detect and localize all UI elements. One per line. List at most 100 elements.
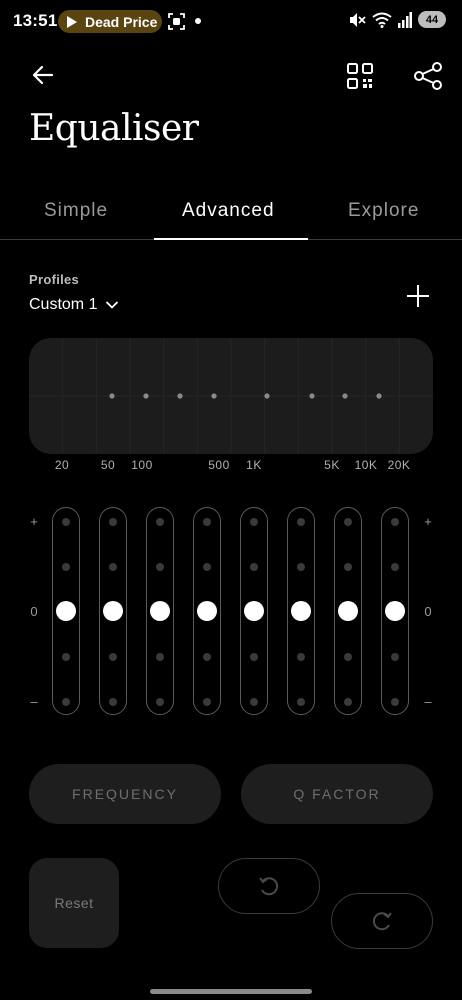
q-factor-button[interactable]: Q FACTOR bbox=[241, 764, 433, 824]
slider-tick bbox=[250, 518, 258, 526]
home-indicator bbox=[150, 989, 312, 994]
notification-dot bbox=[195, 18, 201, 24]
status-time: 13:51 bbox=[13, 11, 58, 30]
slider-knob[interactable] bbox=[150, 601, 170, 621]
slider-knob[interactable] bbox=[103, 601, 123, 621]
slider-tick bbox=[109, 698, 117, 706]
tab-advanced[interactable]: Advanced bbox=[182, 200, 275, 222]
eq-band-point[interactable] bbox=[211, 393, 217, 399]
slider-knob[interactable] bbox=[56, 601, 76, 621]
slider-knob[interactable] bbox=[338, 601, 358, 621]
freq-label-1k: 1K bbox=[246, 458, 262, 472]
freq-label-500: 500 bbox=[208, 458, 230, 472]
reset-button[interactable]: Reset bbox=[29, 858, 119, 948]
frequency-axis: 20 50 100 500 1K 5K 10K 20K bbox=[0, 458, 462, 474]
slider-tick bbox=[391, 518, 399, 526]
slider-tick bbox=[156, 653, 164, 661]
notification-pill-label: Dead Price bbox=[85, 13, 158, 30]
freq-label-10k: 10K bbox=[354, 458, 378, 472]
slider-tick bbox=[344, 698, 352, 706]
slider-knob[interactable] bbox=[291, 601, 311, 621]
eq-curve-svg bbox=[29, 338, 433, 454]
gain-plus-label-right: + bbox=[424, 514, 432, 529]
qr-code-icon[interactable] bbox=[346, 62, 374, 90]
slider-tick bbox=[344, 518, 352, 526]
freq-label-100: 100 bbox=[131, 458, 153, 472]
tab-explore[interactable]: Explore bbox=[348, 200, 419, 222]
slider-tick bbox=[203, 563, 211, 571]
slider-tick bbox=[250, 653, 258, 661]
back-arrow-icon[interactable] bbox=[28, 60, 58, 90]
gain-zero-label-left: 0 bbox=[30, 604, 38, 619]
share-icon[interactable] bbox=[412, 60, 444, 92]
band-slider-7[interactable] bbox=[334, 507, 362, 715]
mute-icon bbox=[350, 12, 366, 27]
slider-tick bbox=[344, 563, 352, 571]
slider-knob[interactable] bbox=[197, 601, 217, 621]
slider-tick bbox=[297, 653, 305, 661]
freq-label-50: 50 bbox=[100, 458, 116, 472]
slider-tick bbox=[156, 563, 164, 571]
page-title: Equaliser bbox=[29, 108, 199, 149]
band-slider-3[interactable] bbox=[146, 507, 174, 715]
slider-tick bbox=[203, 518, 211, 526]
band-slider-4[interactable] bbox=[193, 507, 221, 715]
tab-simple[interactable]: Simple bbox=[44, 200, 108, 222]
status-icons: 44 bbox=[348, 11, 446, 28]
eq-band-point[interactable] bbox=[143, 393, 149, 399]
gain-minus-label-left: – bbox=[30, 694, 38, 709]
slider-tick bbox=[344, 653, 352, 661]
slider-tick bbox=[203, 653, 211, 661]
gain-zero-label-right: 0 bbox=[424, 604, 432, 619]
slider-tick bbox=[109, 653, 117, 661]
eq-band-point[interactable] bbox=[342, 393, 348, 399]
tab-underline bbox=[154, 238, 308, 240]
redo-button[interactable] bbox=[331, 893, 433, 949]
slider-knob[interactable] bbox=[244, 601, 264, 621]
freq-label-20k: 20K bbox=[387, 458, 411, 472]
slider-tick bbox=[297, 563, 305, 571]
screen-record-icon bbox=[168, 13, 185, 30]
slider-knob[interactable] bbox=[385, 601, 405, 621]
frequency-button[interactable]: FREQUENCY bbox=[29, 764, 221, 824]
slider-tick bbox=[391, 563, 399, 571]
band-slider-5[interactable] bbox=[240, 507, 268, 715]
slider-tick bbox=[250, 563, 258, 571]
slider-tick bbox=[297, 698, 305, 706]
slider-tick bbox=[62, 563, 70, 571]
tab-bar: Simple Advanced Explore bbox=[0, 186, 462, 240]
chevron-down-icon bbox=[106, 301, 119, 309]
eq-curve-graph[interactable] bbox=[29, 338, 433, 454]
notification-pill[interactable]: Dead Price bbox=[58, 10, 162, 33]
wifi-icon bbox=[372, 12, 392, 28]
slider-tick bbox=[297, 518, 305, 526]
profiles-label: Profiles bbox=[29, 272, 80, 287]
eq-band-point[interactable] bbox=[177, 393, 183, 399]
eq-band-point[interactable] bbox=[376, 393, 382, 399]
play-icon bbox=[67, 15, 77, 28]
freq-label-20: 20 bbox=[54, 458, 70, 472]
undo-button[interactable] bbox=[218, 858, 320, 914]
add-profile-plus-icon[interactable] bbox=[404, 282, 432, 310]
band-slider-6[interactable] bbox=[287, 507, 315, 715]
eq-band-point[interactable] bbox=[264, 393, 270, 399]
slider-tick bbox=[62, 698, 70, 706]
slider-tick bbox=[250, 698, 258, 706]
band-slider-2[interactable] bbox=[99, 507, 127, 715]
gain-plus-label-left: + bbox=[30, 514, 38, 529]
eq-band-point[interactable] bbox=[109, 393, 115, 399]
freq-label-5k: 5K bbox=[324, 458, 340, 472]
slider-tick bbox=[156, 518, 164, 526]
battery-indicator: 44 bbox=[418, 11, 446, 28]
slider-tick bbox=[203, 698, 211, 706]
band-slider-8[interactable] bbox=[381, 507, 409, 715]
slider-tick bbox=[391, 653, 399, 661]
slider-tick bbox=[109, 563, 117, 571]
band-slider-1[interactable] bbox=[52, 507, 80, 715]
slider-tick bbox=[62, 653, 70, 661]
status-bar: 13:51 Dead Price 44 bbox=[0, 0, 462, 44]
profile-dropdown[interactable]: Custom 1 bbox=[29, 296, 119, 314]
slider-tick bbox=[62, 518, 70, 526]
gain-minus-label-right: – bbox=[424, 694, 432, 709]
eq-band-point[interactable] bbox=[309, 393, 315, 399]
